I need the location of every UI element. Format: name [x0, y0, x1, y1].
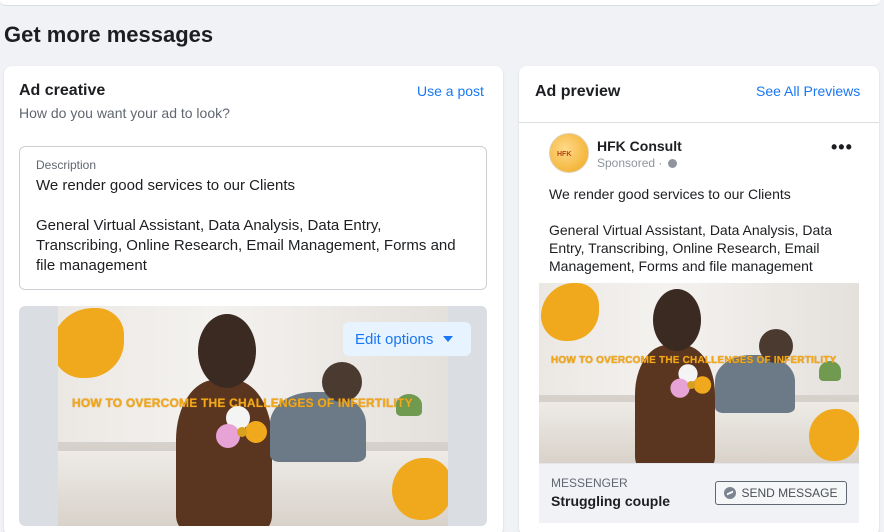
cta-title: Struggling couple	[551, 493, 670, 509]
send-message-button[interactable]: SEND MESSAGE	[715, 481, 847, 505]
ad-creative-subtitle: How do you want your ad to look?	[19, 105, 230, 121]
sponsored-text: Sponsored ·	[597, 156, 666, 170]
send-message-label: SEND MESSAGE	[741, 486, 838, 500]
post-image: HOW TO OVERCOME THE CHALLENGES OF INFERT…	[539, 283, 859, 463]
ad-preview-card: Ad preview See All Previews HFK HFK Cons…	[519, 66, 879, 532]
messenger-icon	[724, 487, 737, 499]
edit-options-button[interactable]: Edit options	[343, 322, 471, 356]
page-avatar: HFK	[549, 133, 589, 173]
media-preview: HOW TO OVERCOME THE CHALLENGES OF INFERT…	[19, 306, 487, 526]
caret-down-icon	[443, 336, 454, 342]
edit-options-label: Edit options	[355, 330, 434, 348]
description-field[interactable]: Description We render good services to o…	[19, 146, 487, 290]
cta-bar: MESSENGER Struggling couple SEND MESSAGE	[539, 463, 859, 523]
description-label: Description	[36, 158, 97, 172]
ad-preview-title: Ad preview	[535, 83, 621, 100]
ad-creative-card: Ad creative How do you want your ad to l…	[4, 66, 503, 532]
top-bar	[0, 0, 880, 6]
globe-icon	[667, 159, 677, 168]
page-title: Get more messages	[4, 22, 214, 47]
flower-graphic	[216, 406, 267, 448]
see-all-previews-link[interactable]: See All Previews	[756, 83, 860, 99]
avatar-logo-text: HFK	[557, 151, 572, 158]
post-text: We render good services to our Clients G…	[549, 186, 832, 274]
cta-kicker: MESSENGER	[551, 476, 628, 490]
sponsored-label: Sponsored ·	[597, 156, 677, 170]
page-name[interactable]: HFK Consult	[597, 138, 682, 154]
more-options-icon[interactable]: •••	[831, 137, 853, 158]
facebook-post-preview: HFK HFK Consult Sponsored · ••• We rende…	[519, 123, 879, 532]
ad-creative-title: Ad creative	[19, 82, 106, 99]
flower-graphic	[670, 364, 712, 398]
description-text[interactable]: We render good services to our Clients G…	[36, 176, 470, 276]
use-a-post-link[interactable]: Use a post	[417, 83, 484, 99]
